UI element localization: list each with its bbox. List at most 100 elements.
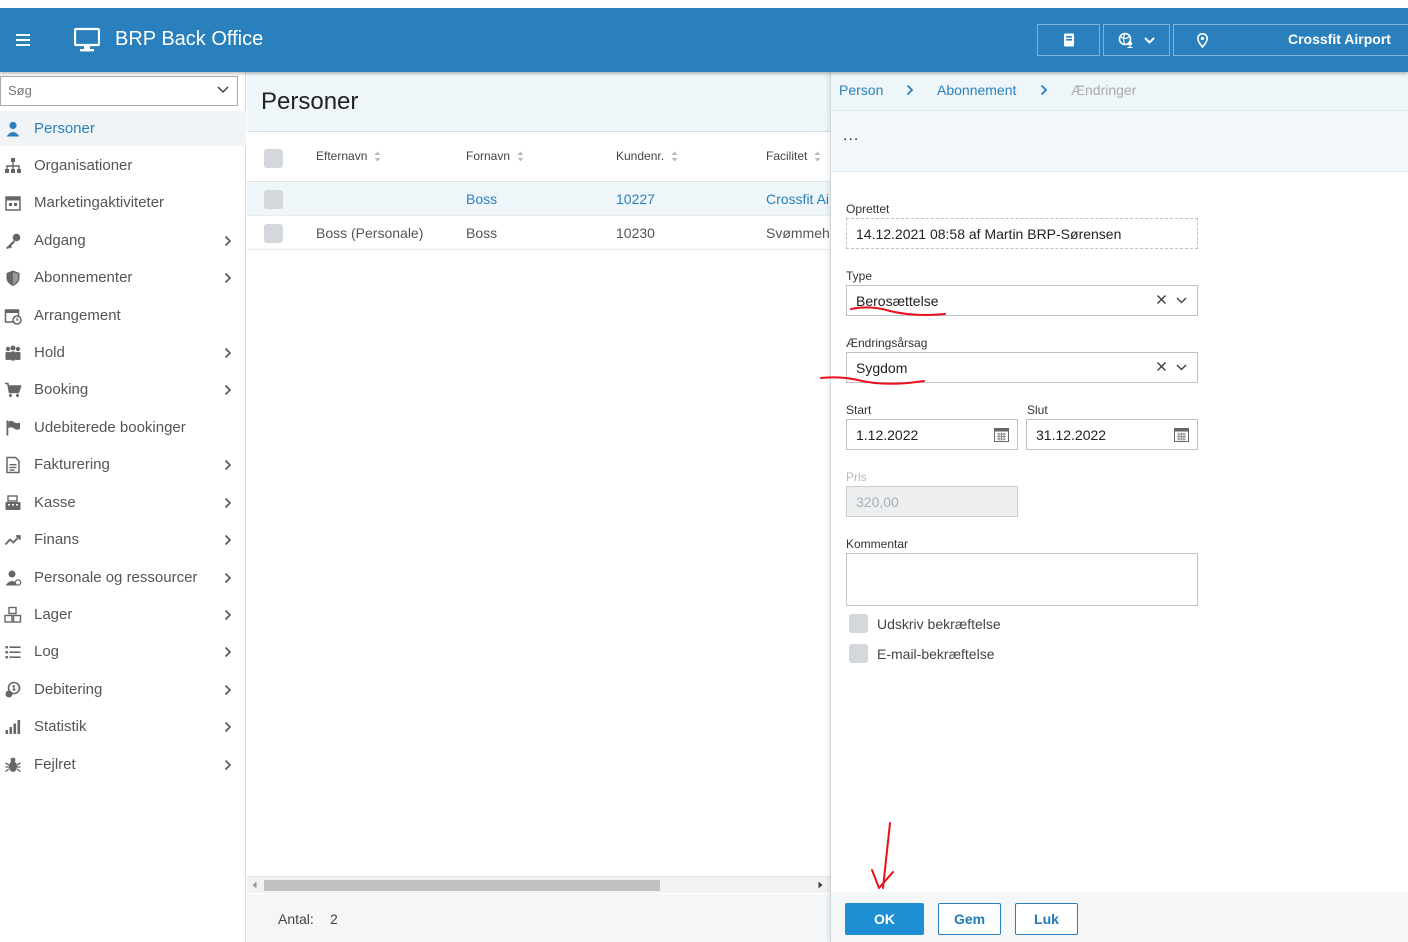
table-row[interactable]: Boss 10227 Crossfit Ai	[247, 182, 830, 216]
sidebar-item-kasse[interactable]: Kasse	[0, 485, 246, 520]
select-all-checkbox[interactable]	[264, 149, 283, 168]
slut-label: Slut	[1027, 403, 1048, 417]
gem-button[interactable]: Gem	[938, 903, 1001, 935]
sidebar-item-booking[interactable]: Booking	[0, 372, 246, 407]
sidebar-item-debitering[interactable]: Debitering	[0, 672, 246, 707]
search-dropdown[interactable]	[0, 76, 238, 106]
calendar-icon[interactable]	[994, 427, 1009, 442]
udskriv-bekraeftelse-checkbox[interactable]	[849, 614, 868, 633]
change-detail-panel: Person Abonnement Ændringer ... Oprettet…	[830, 72, 1408, 942]
sidebar-item-personer[interactable]: Personer	[0, 111, 246, 146]
sidebar-item-label: Personale og ressourcer	[34, 569, 198, 586]
sidebar: Personer Organisationer Marketingaktivit…	[0, 72, 246, 942]
search-input[interactable]	[8, 83, 198, 98]
oprettet-value: 14.12.2021 08:58 af Martin BRP-Sørensen	[856, 226, 1122, 242]
globe-user-icon	[1118, 32, 1133, 48]
page-title: Personer	[261, 88, 359, 115]
chevron-right-icon	[224, 572, 232, 583]
email-bekraeftelse-option[interactable]: E-mail-bekræftelse	[849, 644, 994, 663]
oprettet-label: Oprettet	[846, 202, 890, 216]
slut-date-field[interactable]: 31.12.2022	[1026, 419, 1198, 450]
sidebar-item-organisationer[interactable]: Organisationer	[0, 148, 246, 183]
cell-facilitet: Svømmeh	[766, 225, 830, 241]
breadcrumb-person[interactable]: Person	[839, 82, 883, 98]
user-globe-dropdown[interactable]	[1103, 24, 1170, 56]
scroll-right-icon[interactable]	[818, 881, 823, 889]
type-select[interactable]: Berosættelse	[846, 285, 1198, 316]
more-menu-button[interactable]: ...	[843, 127, 859, 145]
clear-icon[interactable]	[1156, 294, 1167, 305]
chevron-right-icon	[224, 497, 232, 508]
clear-icon[interactable]	[1156, 361, 1167, 372]
cell-kundenr: 10230	[616, 225, 655, 241]
aendringsaarsag-select[interactable]: Sygdom	[846, 352, 1198, 383]
scrollbar-thumb[interactable]	[264, 880, 660, 891]
chevron-right-icon	[224, 759, 232, 770]
luk-button[interactable]: Luk	[1015, 903, 1078, 935]
cart-icon	[5, 382, 22, 397]
row-checkbox[interactable]	[264, 224, 283, 243]
sidebar-item-lager[interactable]: Lager	[0, 597, 246, 632]
sidebar-item-finans[interactable]: Finans	[0, 522, 246, 557]
column-facilitet[interactable]: Facilitet	[766, 149, 821, 163]
sidebar-item-fakturering[interactable]: Fakturering	[0, 447, 246, 482]
column-label: Facilitet	[766, 149, 808, 163]
chevron-down-icon[interactable]	[1176, 297, 1187, 304]
sidebar-item-marketingaktiviteter[interactable]: Marketingaktiviteter	[0, 185, 246, 220]
cell-kundenr-link[interactable]: 10227	[616, 191, 655, 207]
cell-efternavn: Boss (Personale)	[316, 225, 424, 241]
sidebar-item-hold[interactable]: Hold	[0, 335, 246, 370]
table-row[interactable]: Boss (Personale) Boss 10230 Svømmeh	[247, 216, 830, 250]
chevron-down-icon[interactable]	[1176, 364, 1187, 371]
sidebar-item-arrangement[interactable]: Arrangement	[0, 298, 246, 333]
page-header: Personer	[247, 72, 830, 132]
start-label: Start	[846, 403, 872, 417]
row-checkbox[interactable]	[264, 190, 283, 209]
cell-fornavn-link[interactable]: Boss	[466, 191, 497, 207]
sidebar-item-udebiterede-bookinger[interactable]: Udebiterede bookinger	[0, 410, 246, 445]
calendar-icon[interactable]	[1174, 427, 1189, 442]
sidebar-item-adgang[interactable]: Adgang	[0, 223, 246, 258]
sidebar-item-label: Statistik	[34, 718, 87, 735]
sidebar-item-label: Lager	[34, 606, 73, 623]
sidebar-item-fejlret[interactable]: Fejlret	[0, 747, 246, 782]
column-kundenr[interactable]: Kundenr.	[616, 149, 678, 163]
slut-value: 31.12.2022	[1036, 427, 1107, 443]
flag-icon	[6, 420, 20, 435]
sidebar-item-personale-og-ressourcer[interactable]: Personale og ressourcer	[0, 560, 246, 595]
email-bekraeftelse-checkbox[interactable]	[849, 644, 868, 663]
calendar-clock-icon	[4, 308, 22, 325]
chevron-right-icon	[224, 609, 232, 620]
column-label: Fornavn	[466, 149, 511, 163]
sidebar-item-label: Adgang	[34, 232, 86, 249]
scroll-left-icon[interactable]	[252, 881, 257, 889]
book-button[interactable]	[1037, 24, 1100, 56]
kommentar-label: Kommentar	[846, 537, 909, 551]
cell-facilitet-link[interactable]: Crossfit Ai	[766, 191, 829, 207]
kommentar-textarea[interactable]	[846, 553, 1198, 606]
sidebar-item-statistik[interactable]: Statistik	[0, 709, 246, 744]
key-icon	[6, 233, 21, 249]
chevron-down-icon	[1144, 36, 1155, 44]
sidebar-item-label: Log	[34, 643, 60, 660]
chevron-right-icon	[224, 272, 232, 283]
sidebar-item-label: Personer	[34, 120, 95, 137]
udskriv-bekraeftelse-option[interactable]: Udskriv bekræftelse	[849, 614, 1001, 633]
ok-button[interactable]: OK	[845, 903, 924, 935]
sort-icon	[374, 151, 381, 161]
panel-toolbar: ...	[831, 110, 1408, 172]
start-date-field[interactable]: 1.12.2022	[846, 419, 1018, 450]
column-efternavn[interactable]: Efternavn	[316, 149, 381, 163]
sort-icon	[814, 151, 821, 161]
sidebar-item-label: Fejlret	[34, 756, 76, 773]
sidebar-item-log[interactable]: Log	[0, 634, 246, 669]
chevron-right-icon	[224, 384, 232, 395]
column-fornavn[interactable]: Fornavn	[466, 149, 524, 163]
app-header: BRP Back Office Crossfit Airport	[0, 8, 1408, 72]
breadcrumb-abonnement[interactable]: Abonnement	[937, 82, 1016, 98]
chevron-right-icon	[224, 684, 232, 695]
sidebar-item-abonnementer[interactable]: Abonnementer	[0, 260, 246, 295]
start-value: 1.12.2022	[856, 427, 919, 443]
menu-icon[interactable]	[16, 34, 30, 49]
horizontal-scrollbar[interactable]	[247, 876, 830, 893]
